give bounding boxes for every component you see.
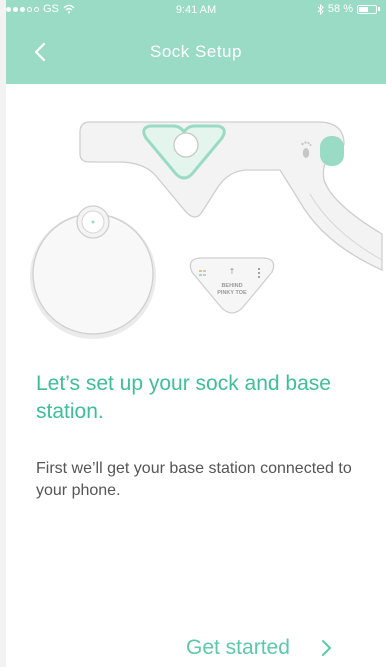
nav-bar: Sock Setup — [6, 20, 386, 84]
app-screen: GS 9:41 AM 58 % Sock Setup ↑ BEHIND PINK… — [6, 0, 386, 667]
strap-tab — [320, 136, 344, 166]
page-title: Sock Setup — [150, 42, 242, 61]
setup-headline: Let’s set up your sock and base station. — [36, 372, 331, 423]
status-bar: GS 9:41 AM 58 % — [6, 0, 386, 20]
sock-base-station-illustration: ↑ BEHIND PINKY TOE — [30, 121, 383, 339]
status-right: 58 % — [317, 3, 380, 15]
get-started-button[interactable]: Get started — [186, 630, 334, 666]
base-station — [30, 205, 156, 339]
battery-percent: 58 % — [327, 3, 353, 15]
chevron-right-icon — [321, 640, 331, 656]
pad-arrow: ↑ — [229, 267, 236, 276]
battery-tip — [378, 7, 380, 11]
sensor-lens — [173, 132, 199, 158]
setup-description: First we’ll get your base station connec… — [36, 460, 352, 499]
pad-label-line2: PINKY TOE — [217, 290, 247, 296]
get-started-label: Get started — [186, 636, 290, 659]
bluetooth-icon — [317, 3, 324, 15]
pad-label-line1: BEHIND — [221, 283, 242, 289]
battery-icon — [357, 4, 377, 14]
sensor-pad: ↑ BEHIND PINKY TOE — [189, 257, 275, 314]
battery-fill — [359, 6, 368, 12]
